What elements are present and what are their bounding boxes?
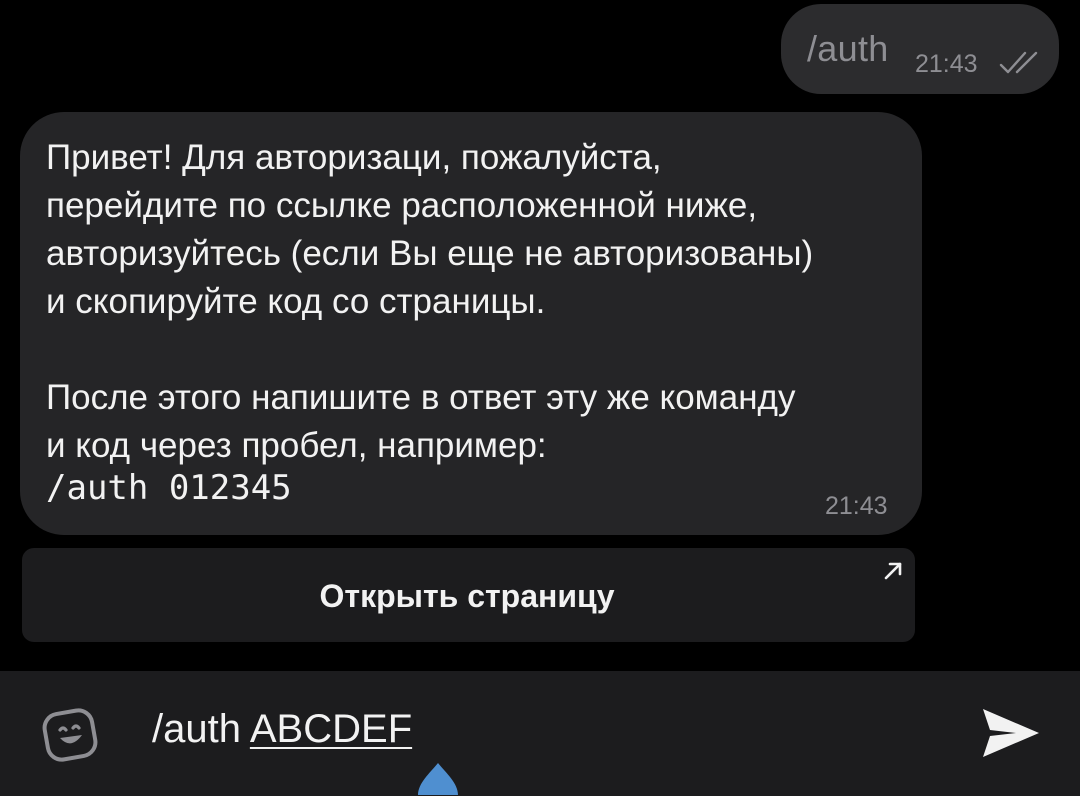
message-code-snippet[interactable]: /auth 012345 (46, 468, 292, 508)
input-typed-text: /auth (152, 707, 250, 751)
outgoing-message-text: /auth (807, 28, 889, 69)
send-icon[interactable] (980, 705, 1042, 761)
message-line: и скопируйте код со страницы. (46, 282, 546, 321)
outgoing-message-time: 21:43 (915, 50, 978, 78)
message-line: перейдите по ссылке расположенной ниже, (46, 186, 758, 225)
input-composing-text: ABCDEF (249, 707, 413, 751)
message-line: После этого напишите в ответ эту же кома… (46, 378, 796, 417)
message-line: и код через пробел, например: (46, 426, 547, 465)
open-page-button-label: Открыть страницу (319, 578, 615, 614)
incoming-message-text: Привет! Для авторизаци, пожалуйста, пере… (46, 134, 906, 470)
emoji-sticker-icon[interactable] (42, 706, 100, 764)
open-page-button[interactable]: Открыть страницу (22, 548, 915, 642)
chat-screen: /auth 21:43 Привет! Для авторизаци, пожа… (0, 0, 1080, 796)
message-line: Привет! Для авторизаци, пожалуйста, (46, 138, 662, 177)
open-link-arrow-icon (884, 562, 902, 580)
double-check-icon (999, 51, 1038, 74)
incoming-message-bubble[interactable]: Привет! Для авторизаци, пожалуйста, пере… (20, 112, 922, 535)
message-line: авторизуйтесь (если Вы еще не авторизова… (46, 234, 814, 273)
text-cursor-handle[interactable] (412, 763, 464, 796)
incoming-message-time: 21:43 (825, 492, 888, 520)
message-input[interactable]: /auth ABCDEF (152, 707, 932, 767)
outgoing-message-bubble[interactable]: /auth 21:43 (781, 4, 1059, 94)
message-input-bar: /auth ABCDEF (0, 671, 1080, 796)
